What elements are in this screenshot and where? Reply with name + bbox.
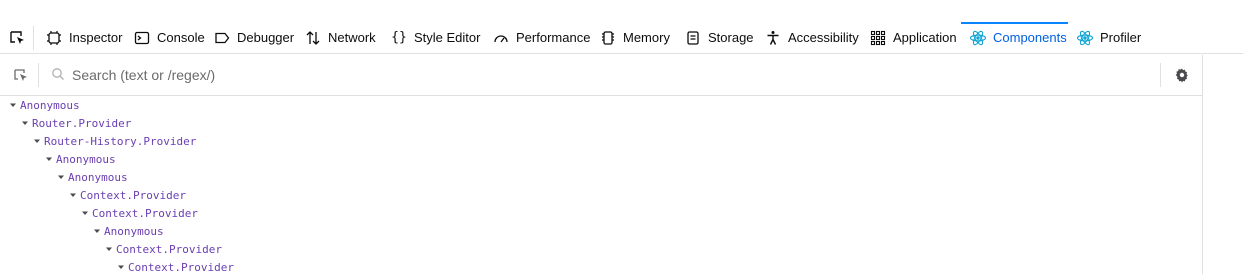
search-input[interactable] — [72, 63, 772, 87]
tab-memory[interactable]: Memory — [591, 22, 678, 53]
tab-debugger[interactable]: Debugger — [205, 22, 302, 53]
expand-arrow-icon[interactable] — [7, 99, 19, 111]
tab-label: Storage — [708, 30, 754, 45]
tree-row[interactable]: Context.Provider — [79, 204, 198, 222]
debugger-icon — [213, 29, 231, 47]
network-icon — [304, 29, 322, 47]
searchbar-separator — [38, 63, 39, 87]
searchbar-separator — [1160, 63, 1161, 87]
expand-arrow-icon[interactable] — [19, 117, 31, 129]
component-name: Router.Provider — [32, 116, 132, 130]
element-picker-button[interactable] — [7, 28, 27, 48]
expand-arrow-icon[interactable] — [103, 243, 115, 255]
tab-console[interactable]: Console — [125, 22, 213, 53]
tab-style-editor[interactable]: {} Style Editor — [382, 22, 488, 53]
tree-row[interactable]: Context.Provider — [115, 258, 234, 274]
components-searchbar — [0, 55, 1203, 96]
search-icon — [52, 68, 64, 80]
react-icon — [969, 29, 987, 47]
expand-arrow-icon[interactable] — [31, 135, 43, 147]
expand-arrow-icon[interactable] — [67, 189, 79, 201]
select-component-button[interactable] — [12, 67, 30, 85]
tab-label: Profiler — [1100, 30, 1142, 45]
tree-row[interactable]: Router-History.Provider — [31, 132, 196, 150]
component-name: Anonymous — [68, 170, 128, 184]
tab-label: Debugger — [237, 30, 295, 45]
expand-arrow-icon[interactable] — [91, 225, 103, 237]
component-name: Router-History.Provider — [44, 134, 197, 148]
tree-row[interactable]: Anonymous — [55, 168, 128, 186]
gear-icon — [1175, 68, 1188, 83]
tab-accessibility[interactable]: Accessibility — [756, 22, 867, 53]
performance-icon — [492, 29, 510, 47]
tree-row[interactable]: Router.Provider — [19, 114, 131, 132]
tab-profiler[interactable]: Profiler — [1068, 22, 1149, 53]
tab-label: Inspector — [69, 30, 123, 45]
component-name: Context.Provider — [128, 260, 234, 274]
component-name: Context.Provider — [116, 242, 222, 256]
tab-label: Components — [993, 30, 1067, 45]
component-name: Context.Provider — [80, 188, 186, 202]
tab-label: Accessibility — [788, 30, 859, 45]
style-editor-icon: {} — [391, 30, 407, 45]
tab-label: Application — [893, 30, 957, 45]
element-picker-icon — [10, 31, 24, 44]
tab-label: Style Editor — [414, 30, 481, 45]
element-picker-icon — [14, 69, 27, 81]
tree-row[interactable]: Context.Provider — [103, 240, 222, 258]
storage-icon — [684, 29, 702, 47]
component-name: Anonymous — [20, 98, 80, 112]
panel-divider — [1202, 55, 1203, 274]
accessibility-icon — [764, 29, 782, 47]
tree-row[interactable]: Anonymous — [91, 222, 164, 240]
tree-row[interactable]: Anonymous — [43, 150, 116, 168]
tab-label: Console — [157, 30, 205, 45]
component-name: Anonymous — [104, 224, 164, 238]
expand-arrow-icon[interactable] — [55, 171, 67, 183]
toolbar-separator — [33, 26, 34, 50]
component-name: Context.Provider — [92, 206, 198, 220]
expand-arrow-icon[interactable] — [43, 153, 55, 165]
inspector-icon — [45, 29, 63, 47]
tab-inspector[interactable]: Inspector — [37, 22, 130, 53]
settings-button[interactable] — [1173, 66, 1191, 84]
tab-components[interactable]: Components — [961, 22, 1068, 53]
console-icon — [133, 29, 151, 47]
component-name: Anonymous — [56, 152, 116, 166]
tab-label: Performance — [516, 30, 591, 45]
expand-arrow-icon[interactable] — [115, 261, 127, 273]
tab-application[interactable]: Application — [861, 22, 965, 53]
tab-storage[interactable]: Storage — [676, 22, 762, 53]
tab-label: Memory — [623, 30, 670, 45]
tab-network[interactable]: Network — [296, 22, 384, 53]
memory-icon — [599, 29, 617, 47]
tab-performance[interactable]: Performance — [484, 22, 598, 53]
application-icon — [869, 29, 887, 47]
tree-row[interactable]: Anonymous — [7, 96, 80, 114]
react-icon — [1076, 29, 1094, 47]
expand-arrow-icon[interactable] — [79, 207, 91, 219]
tree-row[interactable]: Context.Provider — [67, 186, 186, 204]
tab-label: Network — [328, 30, 376, 45]
devtools-toolbar: Inspector Console Debugger Network {} St… — [0, 0, 1243, 54]
